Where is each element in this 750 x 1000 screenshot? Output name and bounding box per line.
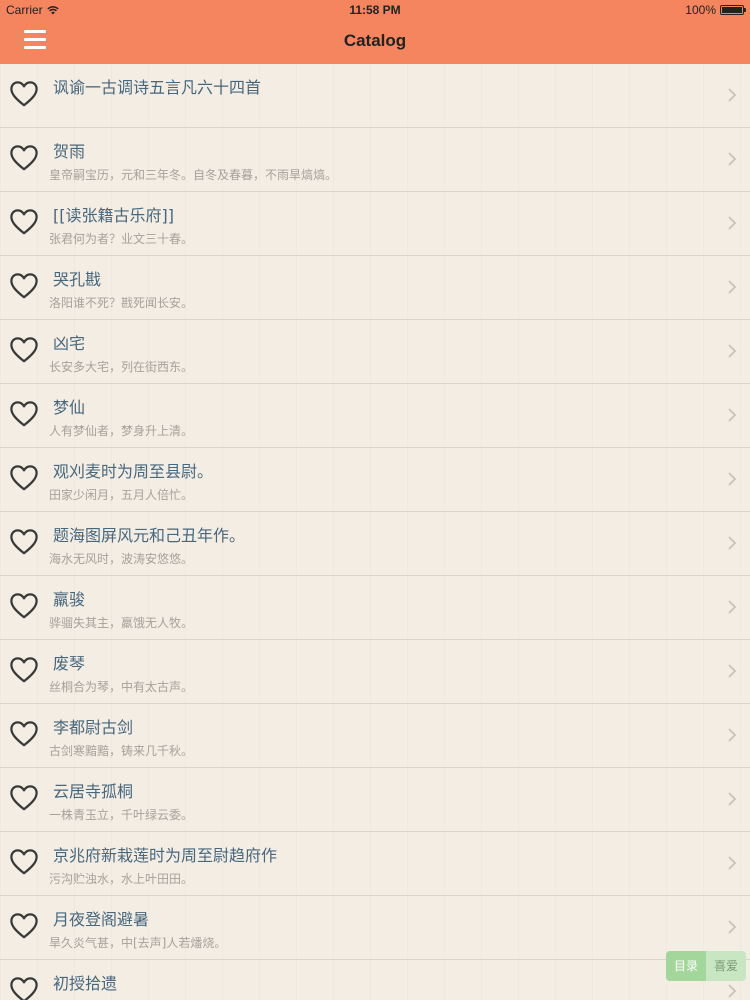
chevron-right-icon [728, 472, 737, 486]
catalog-list: 讽谕一古调诗五言凡六十四首 贺雨 皇帝嗣宝历，元和三年冬。自冬及春暮，不雨旱熇熇。[… [0, 64, 750, 1000]
item-title: 李都尉古剑 [53, 718, 134, 737]
status-time: 11:58 PM [349, 3, 401, 17]
list-item[interactable]: 题海图屏风元和己丑年作。海水无风时，波涛安悠悠。 [0, 512, 750, 576]
chevron-right-icon [728, 728, 737, 742]
heart-icon[interactable] [9, 80, 39, 108]
list-item[interactable]: 初授拾遗奉诏登左掖，束带参朝议。 [0, 960, 750, 1000]
list-item[interactable]: 云居寺孤桐一株青玉立，千叶绿云委。 [0, 768, 750, 832]
item-subtitle: 皇帝嗣宝历，元和三年冬。自冬及春暮，不雨旱熇熇。 [49, 168, 338, 182]
item-subtitle: 旱久炎气甚，中[去声]人若燔烧。 [49, 936, 227, 950]
tab-favorites[interactable]: 喜爱 [706, 951, 746, 981]
list-item[interactable]: 羸骏骅骝失其主，羸饿无人牧。 [0, 576, 750, 640]
heart-icon[interactable] [9, 272, 39, 300]
list-item[interactable]: 观刈麦时为周至县尉。田家少闲月，五月人倍忙。 [0, 448, 750, 512]
heart-icon[interactable] [9, 400, 39, 428]
item-title: 云居寺孤桐 [53, 782, 134, 801]
heart-icon[interactable] [9, 208, 39, 236]
list-item[interactable]: 京兆府新栽莲时为周至尉趋府作污沟贮浊水，水上叶田田。 [0, 832, 750, 896]
heart-icon[interactable] [9, 656, 39, 684]
chevron-right-icon [728, 408, 737, 422]
list-item[interactable]: 李都尉古剑古剑寒黯黯，铸来几千秋。 [0, 704, 750, 768]
item-subtitle: 人有梦仙者，梦身升上清。 [49, 424, 194, 438]
item-title: 讽谕一古调诗五言凡六十四首 [53, 78, 262, 97]
item-subtitle: 长安多大宅，列在街西东。 [49, 360, 194, 374]
chevron-right-icon [728, 152, 737, 166]
list-item[interactable]: [[读张籍古乐府]] 张君何为者？业文三十春。 [0, 192, 750, 256]
item-title: 贺雨 [53, 142, 86, 161]
item-title: [[读张籍古乐府]] [53, 206, 174, 225]
battery-percent: 100% [685, 3, 716, 17]
item-subtitle: 田家少闲月，五月人倍忙。 [49, 488, 194, 502]
item-subtitle: 张君何为者？业文三十春。 [49, 232, 194, 246]
item-subtitle: 骅骝失其主，羸饿无人牧。 [49, 616, 194, 630]
item-title: 哭孔戡 [53, 270, 102, 289]
item-subtitle: 一株青玉立，千叶绿云委。 [49, 808, 194, 822]
status-right: 100% [685, 3, 746, 17]
item-title: 观刈麦时为周至县尉。 [53, 462, 214, 481]
chevron-right-icon [728, 792, 737, 806]
item-title: 羸骏 [53, 590, 86, 609]
chevron-right-icon [728, 600, 737, 614]
heart-icon[interactable] [9, 528, 39, 556]
heart-icon[interactable] [9, 784, 39, 812]
heart-icon[interactable] [9, 336, 39, 364]
list-item[interactable]: 月夜登阁避暑旱久炎气甚，中[去声]人若燔烧。 [0, 896, 750, 960]
item-subtitle: 洛阳谁不死？戡死闻长安。 [49, 296, 194, 310]
battery-fill [722, 7, 742, 13]
item-title: 废琴 [53, 654, 86, 673]
list-item[interactable]: 贺雨皇帝嗣宝历，元和三年冬。自冬及春暮，不雨旱熇熇。 [0, 128, 750, 192]
item-title: 京兆府新栽莲时为周至尉趋府作 [53, 846, 278, 865]
navigation-bar: Catalog [0, 20, 750, 65]
heart-icon[interactable] [9, 464, 39, 492]
heart-icon[interactable] [9, 848, 39, 876]
heart-icon[interactable] [9, 592, 39, 620]
chevron-right-icon [728, 536, 737, 550]
item-subtitle: 丝桐合为琴，中有太古声。 [49, 680, 194, 694]
status-bar: Carrier 11:58 PM 100% [0, 0, 750, 20]
chevron-right-icon [728, 920, 737, 934]
heart-icon[interactable] [9, 144, 39, 172]
item-title: 梦仙 [53, 398, 86, 417]
bottom-tabs: 目录 喜爱 [666, 951, 746, 981]
item-title: 凶宅 [53, 334, 86, 353]
item-subtitle: 污沟贮浊水，水上叶田田。 [49, 872, 194, 886]
list-item[interactable]: 凶宅长安多大宅，列在街西东。 [0, 320, 750, 384]
chevron-right-icon [728, 984, 737, 998]
page-title: Catalog [343, 31, 407, 50]
item-title: 初授拾遗 [53, 974, 118, 993]
list-item[interactable]: 梦仙人有梦仙者，梦身升上清。 [0, 384, 750, 448]
chevron-right-icon [728, 856, 737, 870]
battery-icon [720, 5, 746, 15]
list-item[interactable]: 讽谕一古调诗五言凡六十四首 [0, 64, 750, 128]
list-item[interactable]: 哭孔戡洛阳谁不死？戡死闻长安。 [0, 256, 750, 320]
heart-icon[interactable] [9, 720, 39, 748]
item-subtitle: 古剑寒黯黯，铸来几千秋。 [49, 744, 194, 758]
heart-icon[interactable] [9, 976, 39, 1000]
chevron-right-icon [728, 280, 737, 294]
chevron-right-icon [728, 664, 737, 678]
item-title: 月夜登阁避暑 [53, 910, 150, 929]
list-item[interactable]: 废琴丝桐合为琴，中有太古声。 [0, 640, 750, 704]
heart-icon[interactable] [9, 912, 39, 940]
chevron-right-icon [728, 344, 737, 358]
item-subtitle: 海水无风时，波涛安悠悠。 [49, 552, 194, 566]
chevron-right-icon [728, 88, 737, 102]
item-title: 题海图屏风元和己丑年作。 [53, 526, 246, 545]
chevron-right-icon [728, 216, 737, 230]
tab-catalog[interactable]: 目录 [666, 951, 706, 981]
